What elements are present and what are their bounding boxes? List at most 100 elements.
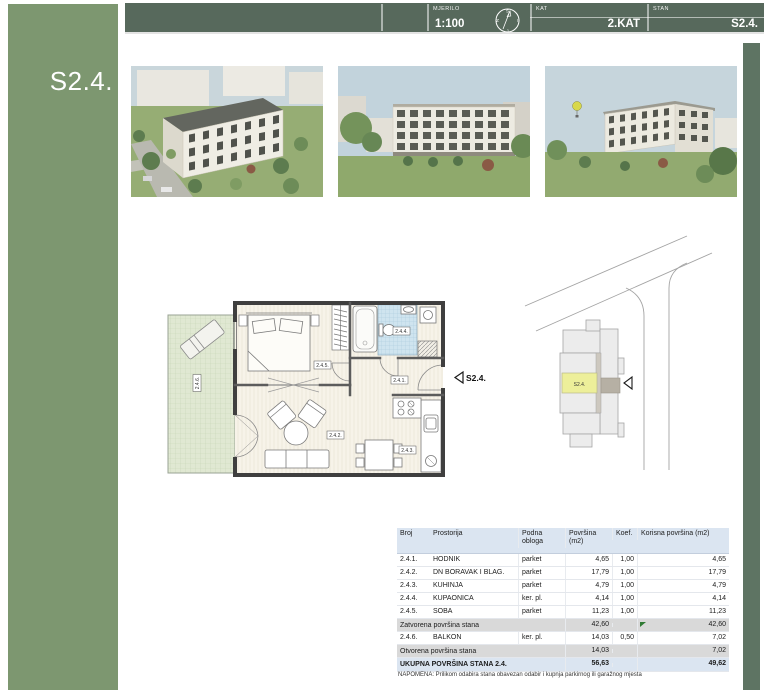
nightstand — [239, 315, 247, 326]
table-row-hodnik: 2.4.1. HODNIK parket 4,65 1,00 4,65 — [397, 554, 729, 567]
titlebar-divider — [381, 4, 383, 31]
cell-prostorija: HODNIK — [430, 554, 518, 566]
subtotal-label: Otvorena površina stana — [397, 646, 565, 657]
total-koef-empty — [612, 663, 637, 667]
right-accent-band — [743, 43, 760, 690]
nightstand — [311, 315, 319, 326]
coffee-table — [284, 421, 308, 445]
building-render-side — [545, 66, 737, 197]
cell-broj: 2.4.3. — [397, 580, 430, 592]
total-label: UKUPNA POVRŠINA STANA 2.4. — [397, 659, 565, 670]
cell-prostorija: SOBA — [430, 606, 518, 618]
installation-shaft — [418, 341, 437, 357]
cell-koef: 0,50 — [612, 632, 637, 644]
svg-text:2.4.1.: 2.4.1. — [393, 378, 406, 384]
cell-broj: 2.4.6. — [397, 632, 430, 644]
floor-value: 2.KAT — [608, 18, 640, 30]
cell-prostorija: KUHINJA — [430, 580, 518, 592]
table-row-otvorena: Otvorena površina stana 14,03 7,02 — [397, 645, 729, 658]
cell-povrsina: 11,23 — [565, 606, 612, 618]
sofa — [265, 450, 329, 468]
cell-povrsina: 4,14 — [565, 593, 612, 605]
cell-koef: 1,00 — [612, 580, 637, 592]
room-label-soba: 2.4.5. — [314, 361, 331, 369]
subtotal-label: Zatvorena površina stana — [397, 620, 565, 631]
svg-text:2.4.2.: 2.4.2. — [329, 433, 342, 439]
floor-plan-drawing: 2.4.4. 2.4.5. 2.4.1. 2.4.2. 2.4.3. 2.4.6… — [165, 293, 500, 483]
cell-podna: parket — [518, 580, 565, 592]
table-row-dnevni: 2.4.2. DN BORAVAK I BLAG. parket 17,79 1… — [397, 567, 729, 580]
compass-west: Z — [496, 18, 499, 23]
compass-north: S — [506, 9, 509, 14]
table-row-soba: 2.4.5. SOBA parket 11,23 1,00 11,23 — [397, 606, 729, 619]
subtotal-area: 14,03 — [565, 645, 612, 657]
entry-marker: S2.4. — [455, 372, 486, 383]
front-render-illustration — [338, 66, 530, 197]
compass-south: J — [506, 29, 508, 34]
cell-korisna: 7,02 — [637, 632, 729, 644]
table-header-row: Broj Prostorija Podna obloga Površina (m… — [397, 528, 729, 554]
subtotal-korisna: 42,60 — [637, 619, 729, 631]
cell-korisna: 4,14 — [637, 593, 729, 605]
sidebar-unit-label: S2.4. — [8, 66, 118, 97]
scale-value: 1:100 — [435, 18, 464, 30]
bathroom-sink — [401, 305, 416, 314]
titlebar-divider — [427, 4, 429, 31]
aerial-render-illustration — [131, 66, 323, 197]
cell-korisna: 4,79 — [637, 580, 729, 592]
subtotal-area: 42,60 — [565, 619, 612, 631]
col-header-prostorija: Prostorija — [430, 528, 518, 540]
cell-prostorija: BALKON — [430, 632, 518, 644]
side-render-illustration — [545, 66, 737, 197]
toilet — [379, 324, 395, 336]
cell-koef: 1,00 — [612, 606, 637, 618]
cell-koef: 1,00 — [612, 567, 637, 579]
room-label-balkon: 2.4.6. — [193, 375, 201, 392]
svg-text:2.4.4.: 2.4.4. — [395, 329, 408, 335]
col-header-koef: Koef. — [612, 528, 637, 540]
unit-connector — [601, 378, 620, 393]
svg-text:2.4.5.: 2.4.5. — [316, 363, 329, 369]
cell-podna: ker. pl. — [518, 632, 565, 644]
building-render-aerial — [131, 66, 323, 197]
table-row-kuhinja: 2.4.3. KUHINJA parket 4,79 1,00 4,79 — [397, 580, 729, 593]
scale-label: MJERILO — [433, 6, 460, 12]
subtotal-koef-empty — [612, 623, 637, 627]
titlebar: MJERILO 1:100 S I J Z KAT 2.KAT STAN S2.… — [125, 3, 764, 34]
room-label-hodnik: 2.4.1. — [391, 376, 408, 384]
apartment-value: S2.4. — [731, 18, 758, 30]
cell-podna: parket — [518, 567, 565, 579]
highlighted-unit-label: S2.4. — [574, 382, 586, 388]
cell-prostorija: KUPAONICA — [430, 593, 518, 605]
col-header-povrsina: Površina (m2) — [565, 528, 612, 548]
sidebar-unit-band: S2.4. — [8, 4, 118, 690]
table-row-balkon: 2.4.6. BALKON ker. pl. 14,03 0,50 7,02 — [397, 632, 729, 645]
subtotal-korisna: 7,02 — [637, 645, 729, 657]
wardrobe — [332, 305, 349, 350]
floor-label: KAT — [536, 6, 548, 12]
table-row-total: UKUPNA POVRŠINA STANA 2.4. 56,63 49,62 — [397, 658, 729, 672]
cell-povrsina: 14,03 — [565, 632, 612, 644]
table-row-kupaonica: 2.4.4. KUPAONICA ker. pl. 4,14 1,00 4,14 — [397, 593, 729, 606]
cell-broj: 2.4.4. — [397, 593, 430, 605]
col-header-broj: Broj — [397, 528, 430, 540]
entry-label: S2.4. — [466, 373, 486, 383]
cell-podna: parket — [518, 606, 565, 618]
site-entry-arrow — [624, 377, 632, 389]
cell-korisna: 4,65 — [637, 554, 729, 566]
cell-koef: 1,00 — [612, 593, 637, 605]
svg-text:2.4.6.: 2.4.6. — [195, 377, 201, 390]
area-table: Broj Prostorija Podna obloga Površina (m… — [397, 528, 729, 672]
cell-podna: ker. pl. — [518, 593, 565, 605]
washing-machine — [420, 307, 436, 323]
hot-air-balloon — [573, 102, 582, 111]
double-bed — [246, 313, 312, 371]
cell-korisna: 11,23 — [637, 606, 729, 618]
svg-text:2.4.3.: 2.4.3. — [401, 448, 414, 454]
room-label-dnevni: 2.4.2. — [327, 431, 344, 439]
col-header-korisna: Korisna površina (m2) — [637, 528, 729, 540]
total-area: 56,63 — [565, 658, 612, 670]
cell-broj: 2.4.5. — [397, 606, 430, 618]
cell-broj: 2.4.2. — [397, 567, 430, 579]
cell-broj: 2.4.1. — [397, 554, 430, 566]
